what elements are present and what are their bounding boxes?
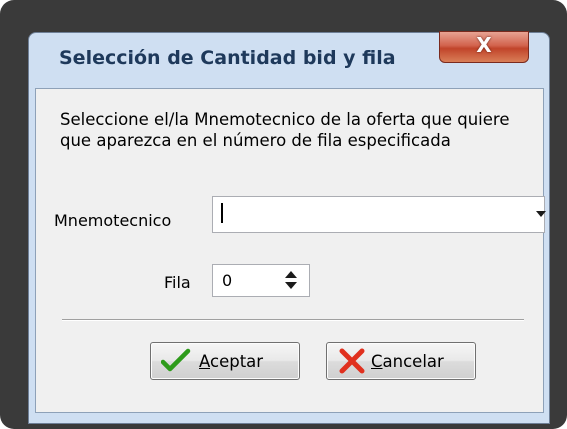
checkmark-icon: [161, 348, 191, 372]
mnemo-label: Mnemotecnico: [54, 211, 172, 230]
dialog-title: Selección de Cantidad bid y fila: [59, 47, 396, 69]
spin-up-icon[interactable]: [285, 271, 297, 278]
spin-down-icon[interactable]: [285, 282, 297, 289]
accept-label: Aceptar: [199, 352, 264, 371]
x-icon: [339, 348, 365, 374]
cancel-label: Cancelar: [371, 352, 444, 371]
mnemo-combobox[interactable]: [212, 196, 546, 233]
fila-value: 0: [222, 271, 233, 290]
dropdown-arrow-icon[interactable]: [536, 211, 546, 217]
fila-label: Fila: [164, 273, 191, 292]
dialog-window: Selección de Cantidad bid y fila X Selec…: [28, 31, 550, 424]
close-icon: X: [476, 33, 492, 57]
separator: [62, 319, 524, 321]
close-button[interactable]: X: [439, 31, 529, 63]
dialog-body: Seleccione el/la Mnemotecnico de la ofer…: [35, 88, 546, 413]
accept-button[interactable]: Aceptar: [150, 342, 300, 380]
description-text: Seleccione el/la Mnemotecnico de la ofer…: [60, 110, 510, 150]
title-bar: Selección de Cantidad bid y fila X: [29, 31, 549, 87]
text-caret: [221, 203, 223, 223]
cancel-button[interactable]: Cancelar: [326, 342, 476, 380]
fila-spinbox[interactable]: 0: [212, 264, 310, 297]
